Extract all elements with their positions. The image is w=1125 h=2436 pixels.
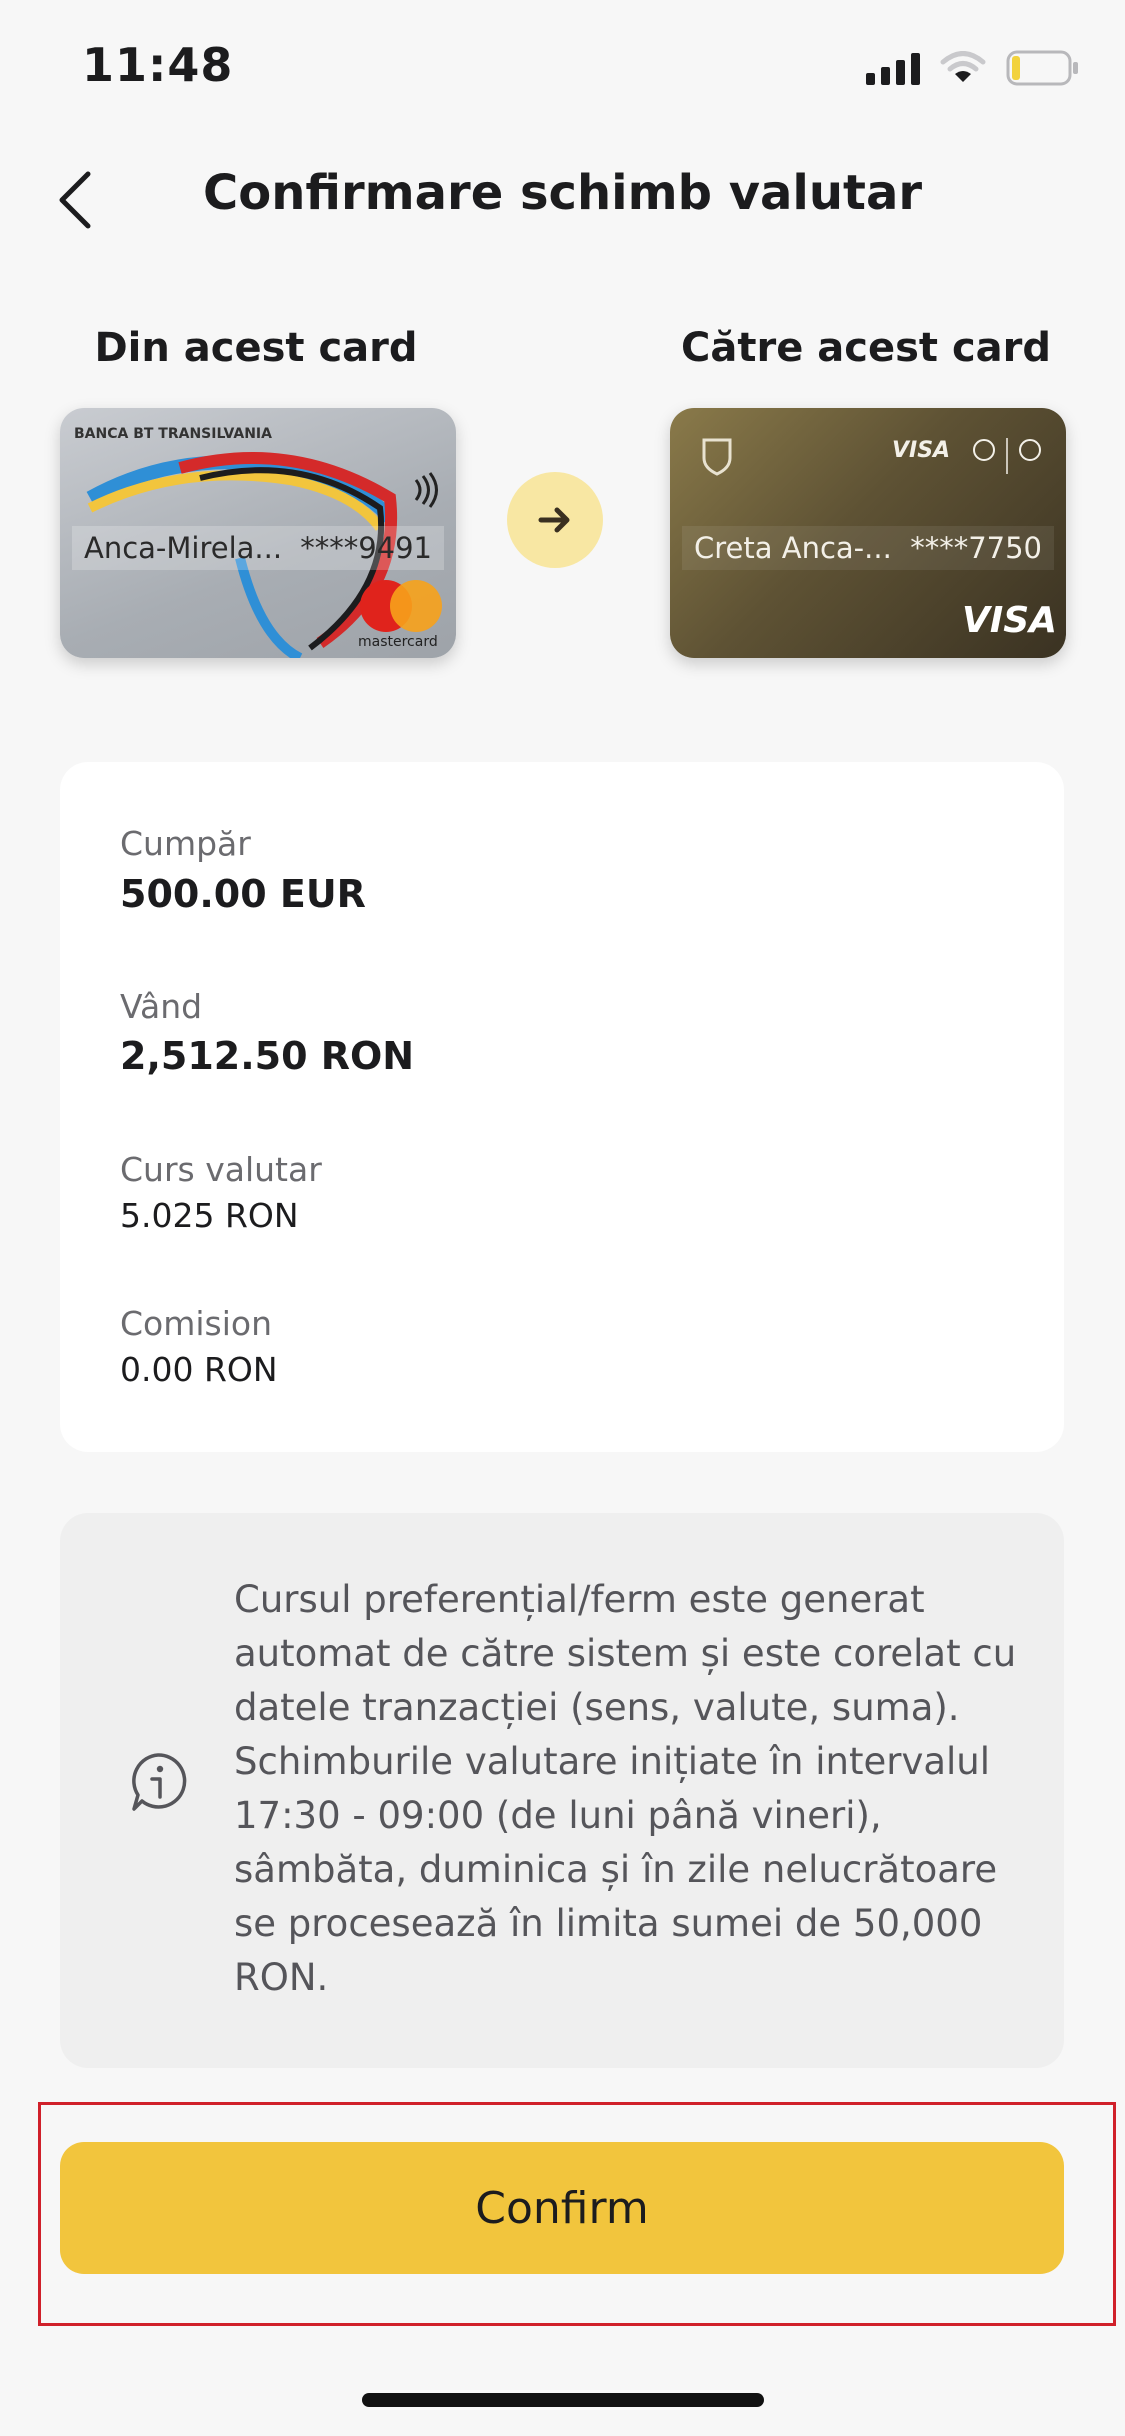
info-line: 17:30 - 09:00 (de luni până vineri), <box>234 1794 882 1837</box>
info-icon <box>132 1753 187 1811</box>
to-card-label: Către acest card <box>681 325 1051 371</box>
card-brand-text: BANCA BT TRANSILVANIA <box>74 426 272 442</box>
rate-label: Curs valutar <box>120 1150 322 1189</box>
wifi-icon <box>940 51 986 82</box>
signal-icon <box>866 51 920 85</box>
to-card[interactable]: VISA Creta Anca-... ****7750 VISA <box>670 408 1066 658</box>
transfer-arrow <box>507 472 603 568</box>
bt-shield-icon <box>702 438 732 476</box>
fee-value: 0.00 RON <box>120 1350 278 1389</box>
fee-label: Comision <box>120 1304 273 1343</box>
to-card-strip: Creta Anca-... ****7750 <box>682 526 1054 570</box>
from-card-number: ****9491 <box>300 531 432 565</box>
rate-value: 5.025 RON <box>120 1196 299 1235</box>
buy-value: 500.00 EUR <box>120 872 366 916</box>
exchange-details: Cumpăr 500.00 EUR Vând 2,512.50 RON Curs… <box>60 762 1064 1452</box>
info-line: datele tranzacției (sens, valute, suma). <box>234 1686 960 1729</box>
sell-label: Vând <box>120 987 203 1026</box>
info-line: Cursul preferențial/ferm este generat <box>234 1578 925 1621</box>
info-text: Cursul preferențial/ferm este generat au… <box>234 1573 1034 2005</box>
page-title: Confirmare schimb valutar <box>202 165 922 221</box>
from-card[interactable]: BANCA BT TRANSILVANIA Anca-Mirela... ***… <box>60 408 456 658</box>
sell-value: 2,512.50 RON <box>120 1034 415 1078</box>
home-indicator[interactable] <box>362 2393 764 2407</box>
info-box: Cursul preferențial/ferm este generat au… <box>60 1513 1064 2068</box>
info-line: se procesează în limita sumei de 50,000 <box>234 1902 983 1945</box>
info-line: Schimburile valutare inițiate în interva… <box>234 1740 991 1783</box>
confirm-button[interactable]: Confirm <box>60 2142 1064 2274</box>
info-line: sâmbăta, duminica și în zile nelucrătoar… <box>234 1848 998 1891</box>
olympic-emblems-icon <box>973 438 1041 474</box>
from-card-strip: Anca-Mirela... ****9491 <box>72 526 444 570</box>
arrow-right-icon <box>538 507 570 533</box>
buy-label: Cumpăr <box>120 824 251 863</box>
from-card-holder: Anca-Mirela... <box>84 531 283 565</box>
from-card-label: Din acest card <box>94 325 418 371</box>
battery-icon <box>1006 50 1078 86</box>
to-card-holder: Creta Anca-... <box>694 531 892 565</box>
contactless-icon <box>414 472 438 508</box>
from-card-network: mastercard <box>358 634 438 650</box>
status-time: 11:48 <box>82 38 234 92</box>
info-line: automat de către sistem și este corelat … <box>234 1632 1017 1675</box>
info-line: RON. <box>234 1956 329 1999</box>
status-icons <box>866 48 1080 88</box>
to-card-partner: VISA <box>892 438 951 463</box>
mastercard-logo-icon <box>360 580 442 632</box>
to-card-number: ****7750 <box>910 531 1042 565</box>
to-card-network: VISA <box>962 600 1058 641</box>
